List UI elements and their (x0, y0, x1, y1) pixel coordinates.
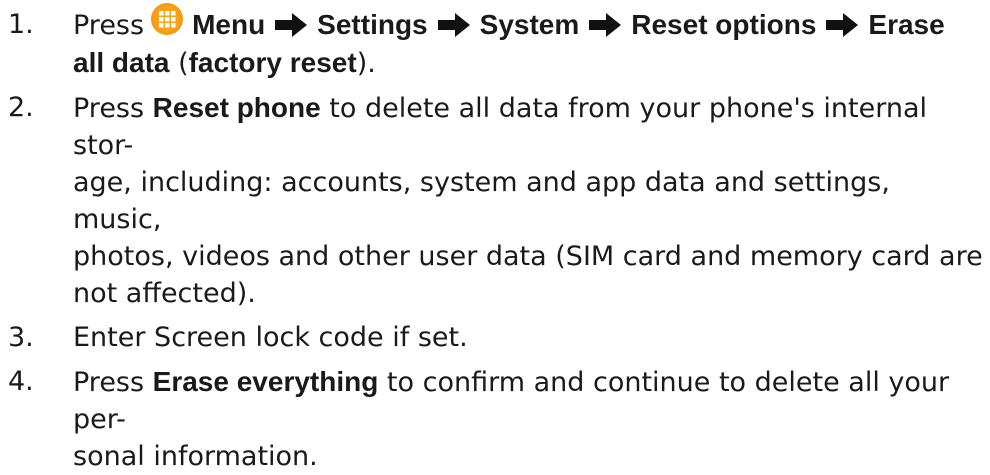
right-arrow-icon (273, 11, 309, 39)
step-text: Enter Screen lock code if set. (73, 319, 983, 356)
reset-phone-label: Reset phone (152, 92, 321, 123)
right-arrow-icon (824, 11, 860, 39)
step-number: 2. (8, 92, 34, 123)
system-label: System (479, 9, 580, 40)
right-arrow-icon (436, 11, 472, 39)
instruction-list: 1. Press Menu Settings System Reset opti… (0, 0, 990, 475)
paren-open: ( (169, 48, 189, 79)
step-text-line: photos, videos and other user data (SIM … (73, 241, 983, 272)
reset-options-label: Reset options (631, 9, 817, 40)
step-1: 1. Press Menu Settings System Reset opti… (0, 3, 990, 82)
step-text-line: Enter Screen lock code if set. (73, 322, 468, 353)
step-text-line: age, including: accounts, system and app… (73, 167, 890, 235)
step-text: Press Reset phone to delete all data fro… (73, 89, 983, 312)
step-number: 3. (8, 322, 34, 353)
settings-label: Settings (317, 9, 428, 40)
step-number: 4. (8, 366, 34, 397)
step-text-line: not affected). (73, 278, 256, 309)
step-text: Press Menu Settings System Reset options… (73, 3, 983, 82)
all-data-label: all data (73, 47, 170, 78)
erase-everything-label: Erase everything (152, 366, 379, 397)
step-2: 2. Press Reset phone to delete all data … (0, 89, 990, 312)
paren-close: ). (356, 48, 376, 79)
press-word: Press (73, 93, 145, 124)
press-word: Press (73, 367, 145, 398)
step-text: Press Erase everything to confirm and co… (73, 363, 983, 475)
step-4: 4. Press Erase everything to confirm and… (0, 363, 990, 475)
menu-label: Menu (192, 9, 266, 40)
factory-reset-label: factory reset (188, 47, 357, 78)
erase-label: Erase (868, 9, 945, 40)
step-number: 1. (8, 9, 34, 40)
right-arrow-icon (587, 11, 623, 39)
step-3: 3. Enter Screen lock code if set. (0, 319, 990, 356)
apps-grid-icon (150, 2, 184, 36)
press-word: Press (73, 10, 145, 41)
step-text-line: sonal information. (73, 441, 318, 472)
